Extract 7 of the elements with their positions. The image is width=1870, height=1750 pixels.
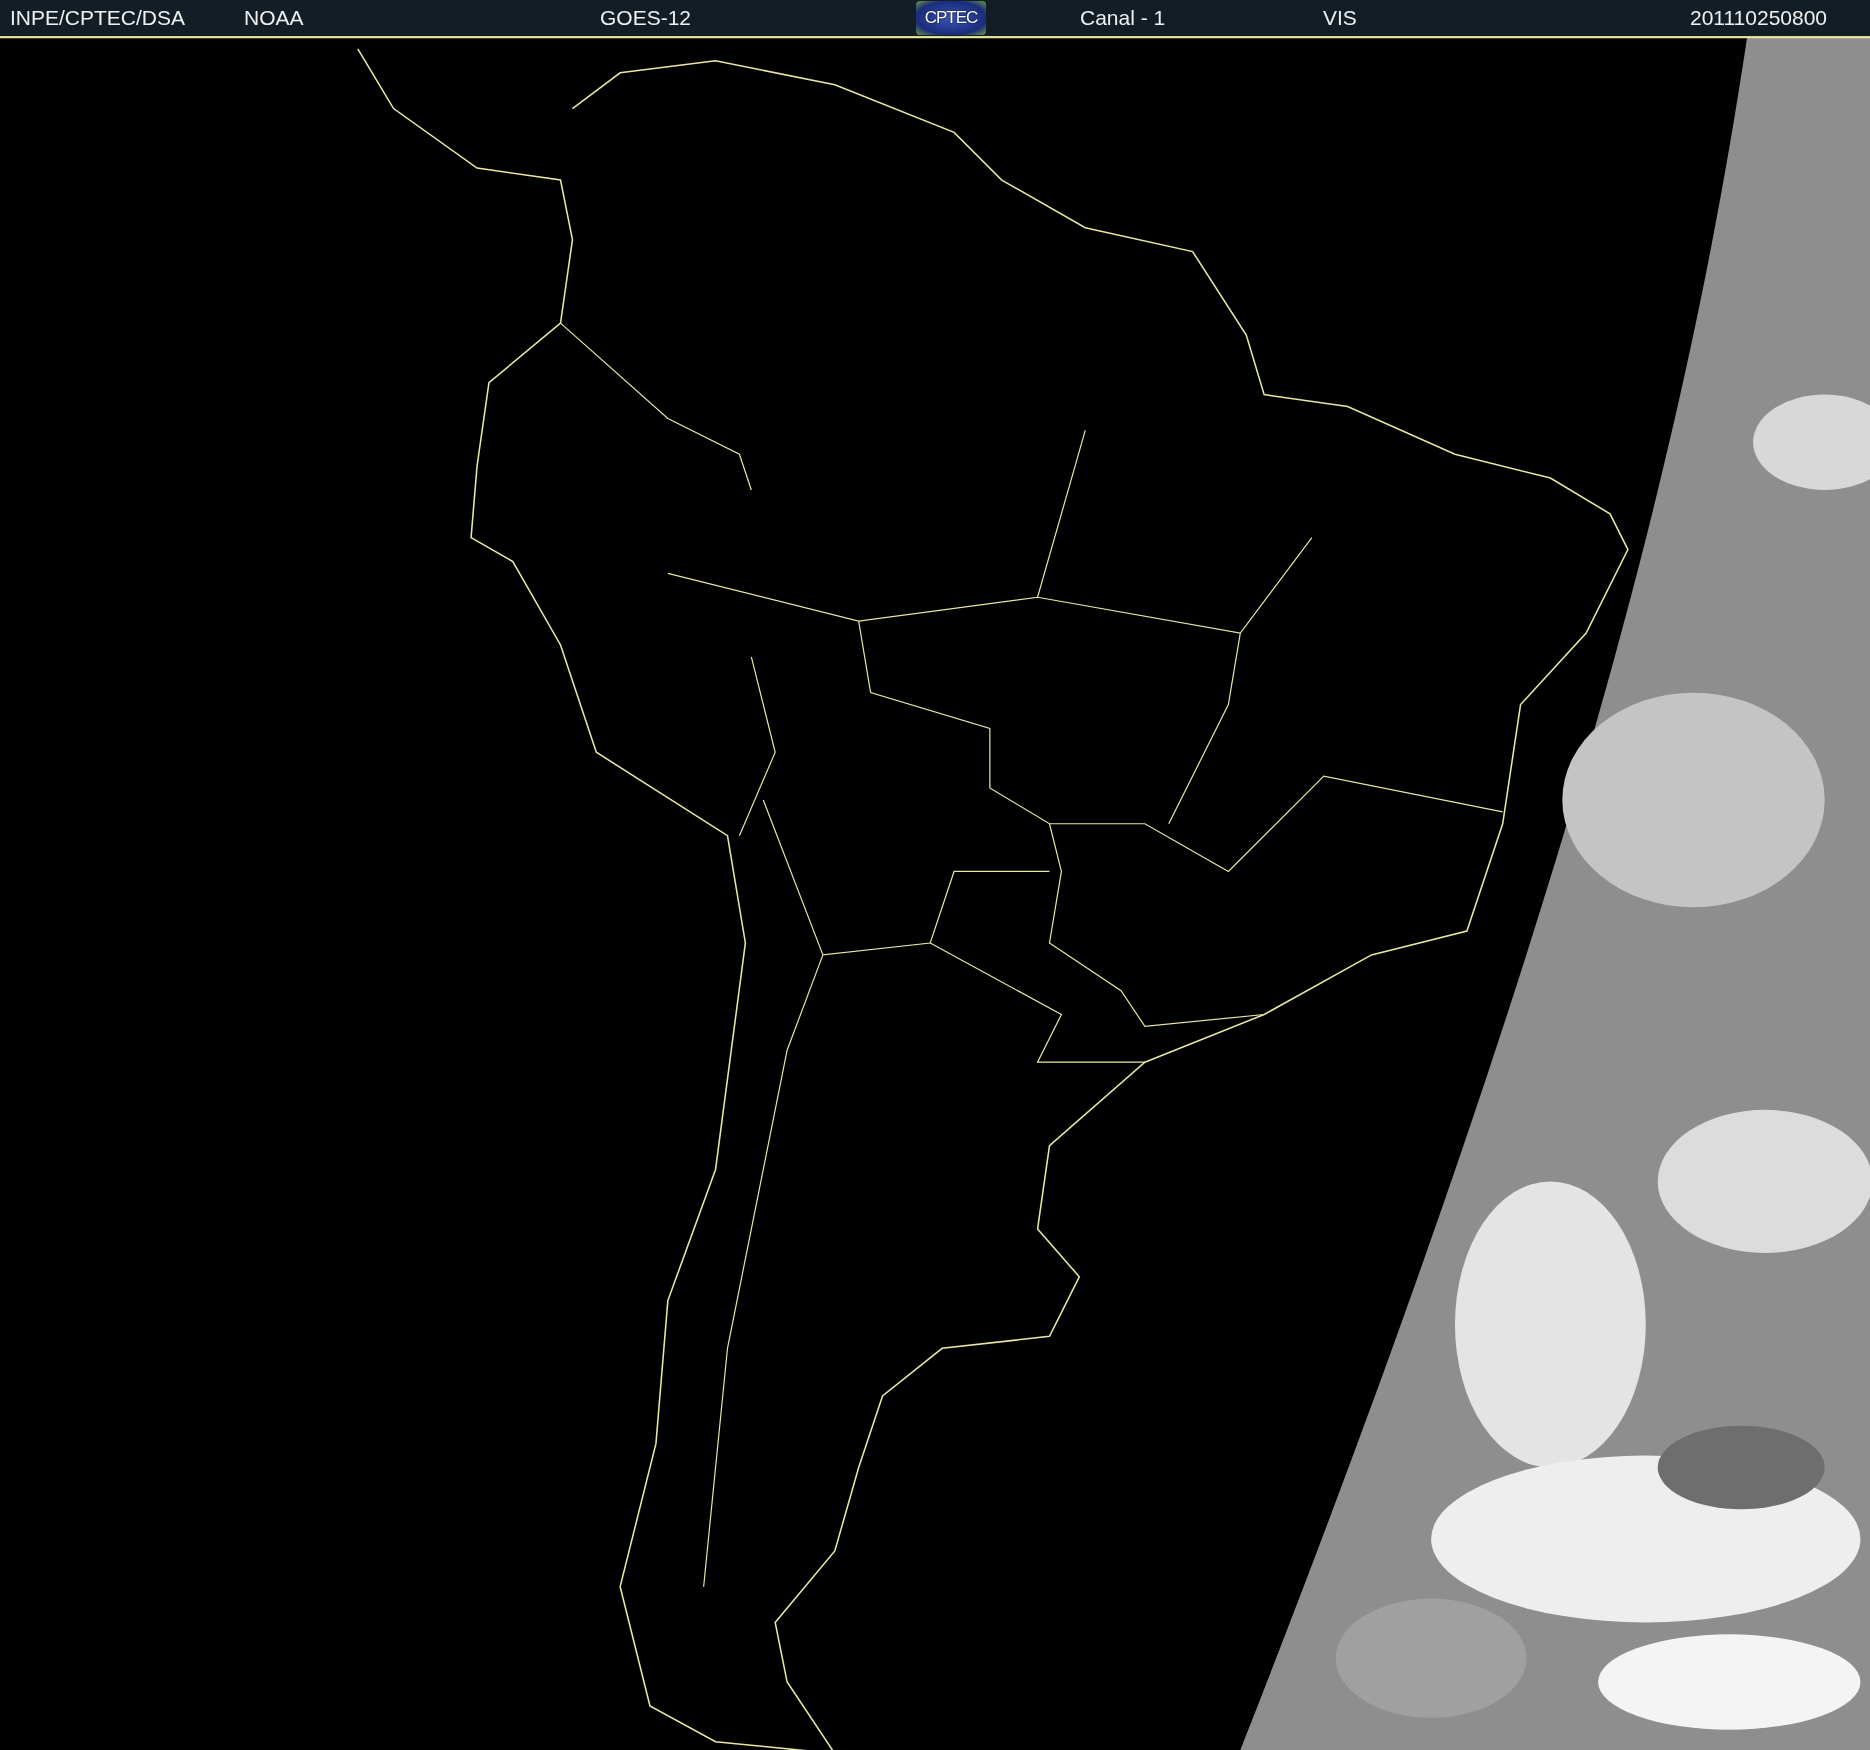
header-label: 201110250800: [1690, 6, 1828, 30]
header-label: VIS: [1323, 6, 1357, 30]
header-label: GOES-12: [600, 6, 692, 30]
header-label: NOAA: [244, 6, 304, 30]
header-label: INPE/CPTEC/DSA: [10, 6, 186, 30]
logo: CPTEC: [916, 1, 986, 35]
header-label: Canal - 1: [1080, 6, 1166, 30]
